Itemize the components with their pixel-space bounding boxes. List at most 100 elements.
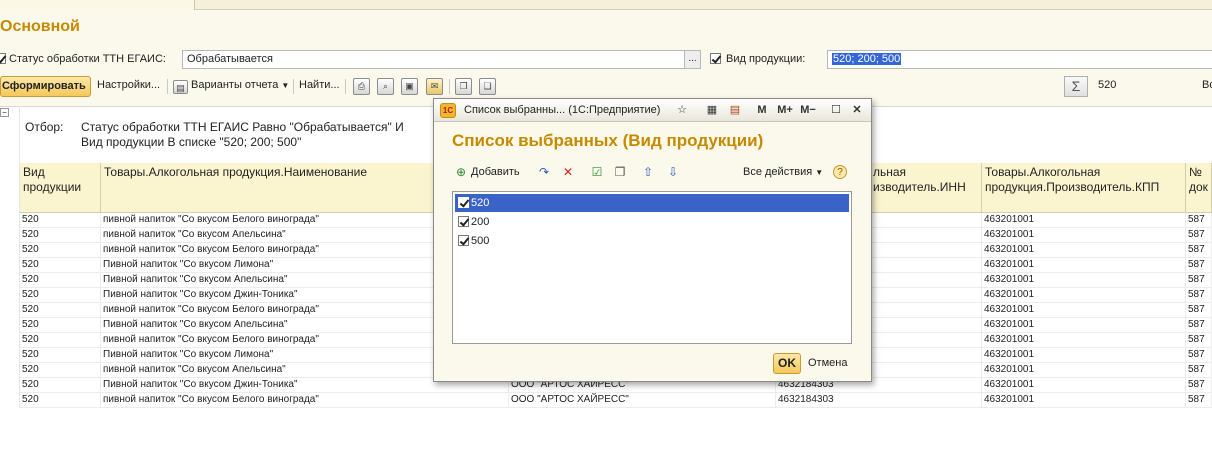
list-item[interactable]: 200 — [455, 213, 849, 231]
calculator-icon[interactable]: ▦ — [704, 102, 720, 118]
list-item-label: 520 — [471, 197, 490, 209]
mail-icon[interactable]: ✉ — [426, 78, 443, 95]
status-select-button[interactable]: ... — [684, 50, 701, 69]
memory-minus-button[interactable]: M− — [797, 102, 819, 118]
chevron-down-icon: ▼ — [281, 81, 290, 90]
cell-kpp: 463201001 — [982, 348, 1186, 363]
cell-kpp: 463201001 — [982, 318, 1186, 333]
collapse-group-icon[interactable]: − — [0, 108, 9, 117]
cell-doc-number: 587 — [1186, 378, 1212, 393]
find-button[interactable]: Найти... — [299, 79, 340, 91]
cell-kpp: 463201001 — [982, 273, 1186, 288]
filter-caption: Отбор: — [25, 120, 64, 134]
list-item-label: 200 — [471, 216, 490, 228]
list-item-checkbox[interactable] — [458, 216, 469, 227]
arrow-down-icon[interactable]: ⇩ — [666, 165, 680, 179]
cell-kpp: 463201001 — [982, 393, 1186, 408]
delete-icon[interactable]: ✕ — [561, 165, 575, 179]
save-icon[interactable]: ▣ — [401, 78, 418, 95]
preview-icon[interactable]: ⌕ — [377, 78, 394, 95]
cell-product-type: 520 — [20, 258, 101, 273]
cell-product-type: 520 — [20, 273, 101, 288]
header-text: док — [1189, 180, 1208, 194]
product-type-field[interactable]: 520; 200; 500 — [827, 50, 1212, 69]
cell-product-type: 520 — [20, 378, 101, 393]
cell-product-type: 520 — [20, 228, 101, 243]
status-field-value: Обрабатывается — [187, 53, 273, 65]
cell-doc-number: 587 — [1186, 258, 1212, 273]
report-toolbar: Сформировать Настройки... ▤ Варианты отч… — [0, 76, 1212, 98]
copy-icon[interactable]: ❐ — [455, 78, 472, 95]
memory-button[interactable]: M — [754, 102, 770, 118]
header-text: Товары.Алкогольная продукция.Наименовани… — [104, 165, 368, 179]
maximize-icon[interactable]: ☐ — [828, 102, 844, 118]
cell-kpp: 463201001 — [982, 303, 1186, 318]
print-icon[interactable]: ⎙ — [353, 78, 370, 95]
cell-kpp: 463201001 — [982, 363, 1186, 378]
list-item[interactable]: 500 — [455, 232, 849, 250]
close-icon[interactable]: ✕ — [849, 102, 865, 118]
filter-line-1: Статус обработки ТТН ЕГАИС Равно "Обраба… — [81, 120, 404, 134]
cell-product-type: 520 — [20, 288, 101, 303]
column-header-doc-number[interactable]: № док — [1186, 163, 1212, 213]
uncheck-all-icon[interactable]: ❐ — [613, 165, 627, 179]
product-type-checkbox[interactable] — [710, 53, 721, 64]
cell-product-type: 520 — [20, 243, 101, 258]
memory-plus-button[interactable]: M+ — [774, 102, 796, 118]
sum-value: 520 — [1098, 79, 1117, 91]
cell-kpp: 463201001 — [982, 333, 1186, 348]
tab-strip — [0, 0, 1212, 10]
column-header-product-type[interactable]: Вид продукции — [20, 163, 101, 213]
sum-icon[interactable]: Σ — [1064, 76, 1088, 97]
cancel-button[interactable]: Отмена — [808, 357, 847, 369]
all-actions-label: Все действия — [743, 166, 813, 178]
product-type-value: 520; 200; 500 — [832, 53, 902, 65]
cell-doc-number: 587 — [1186, 288, 1212, 303]
selected-list-dialog: 1С Список выбранны... (1С:Предприятие) ☆… — [433, 98, 872, 382]
add-icon: ⊕ — [455, 165, 467, 179]
check-all-icon[interactable]: ☑ — [590, 165, 604, 179]
cell-doc-number: 587 — [1186, 228, 1212, 243]
chevron-down-icon: ▼ — [815, 168, 824, 177]
status-checkbox[interactable] — [0, 53, 6, 64]
add-button[interactable]: Добавить — [471, 166, 520, 178]
arrow-up-icon[interactable]: ⇧ — [641, 165, 655, 179]
calendar-icon[interactable]: ▤ — [727, 102, 743, 118]
status-field[interactable]: Обрабатывается — [182, 50, 685, 69]
list-item[interactable]: 520 — [455, 194, 849, 212]
selected-values-list[interactable]: 520 200 500 — [452, 191, 852, 344]
list-item-checkbox[interactable] — [458, 235, 469, 246]
table-row[interactable]: 520 пивной напиток "Со вкусом Белого вино… — [20, 393, 1212, 408]
report-variants-button[interactable]: Варианты отчета ▼ — [191, 79, 289, 91]
cell-inn: 4632184303 — [776, 393, 982, 408]
dialog-heading: Список выбранных (Вид продукции) — [452, 131, 764, 150]
ok-button[interactable]: OK — [773, 353, 801, 374]
header-text: Товары.Алкогольная — [985, 165, 1101, 179]
paste-icon[interactable]: ❏ — [479, 78, 496, 95]
app-logo-icon: 1С — [440, 103, 456, 118]
cell-doc-number: 587 — [1186, 243, 1212, 258]
dialog-window-title: Список выбранны... (1С:Предприятие) — [464, 104, 661, 116]
all-actions-button[interactable]: Все действия ▼ — [743, 166, 823, 178]
generate-button[interactable]: Сформировать — [0, 76, 91, 97]
page-title: Основной — [0, 18, 80, 35]
list-item-checkbox[interactable] — [458, 197, 469, 208]
cell-doc-number: 587 — [1186, 348, 1212, 363]
cell-kpp: 463201001 — [982, 258, 1186, 273]
cell-name: пивной напиток "Со вкусом Белого виногра… — [101, 393, 509, 408]
column-header-kpp[interactable]: Товары.Алкогольная продукция.Производител… — [982, 163, 1186, 213]
cell-product-type: 520 — [20, 333, 101, 348]
cell-doc-number: 587 — [1186, 318, 1212, 333]
active-tab[interactable] — [0, 0, 195, 10]
list-item-label: 500 — [471, 235, 490, 247]
header-text: продукция.Производитель.КПП — [985, 180, 1160, 194]
settings-button[interactable]: Настройки... — [97, 79, 160, 91]
header-text: № — [1189, 165, 1202, 179]
header-text: Вид — [23, 165, 45, 179]
cell-manufacturer: ООО "АРТОС ХАЙРЕСС" — [509, 393, 776, 408]
cell-kpp: 463201001 — [982, 243, 1186, 258]
favorites-icon[interactable]: ☆ — [674, 102, 690, 118]
help-icon[interactable]: ? — [833, 165, 847, 179]
move-icon[interactable]: ↷ — [537, 165, 551, 179]
dialog-titlebar[interactable]: 1С Список выбранны... (1С:Предприятие) ☆… — [434, 99, 871, 122]
